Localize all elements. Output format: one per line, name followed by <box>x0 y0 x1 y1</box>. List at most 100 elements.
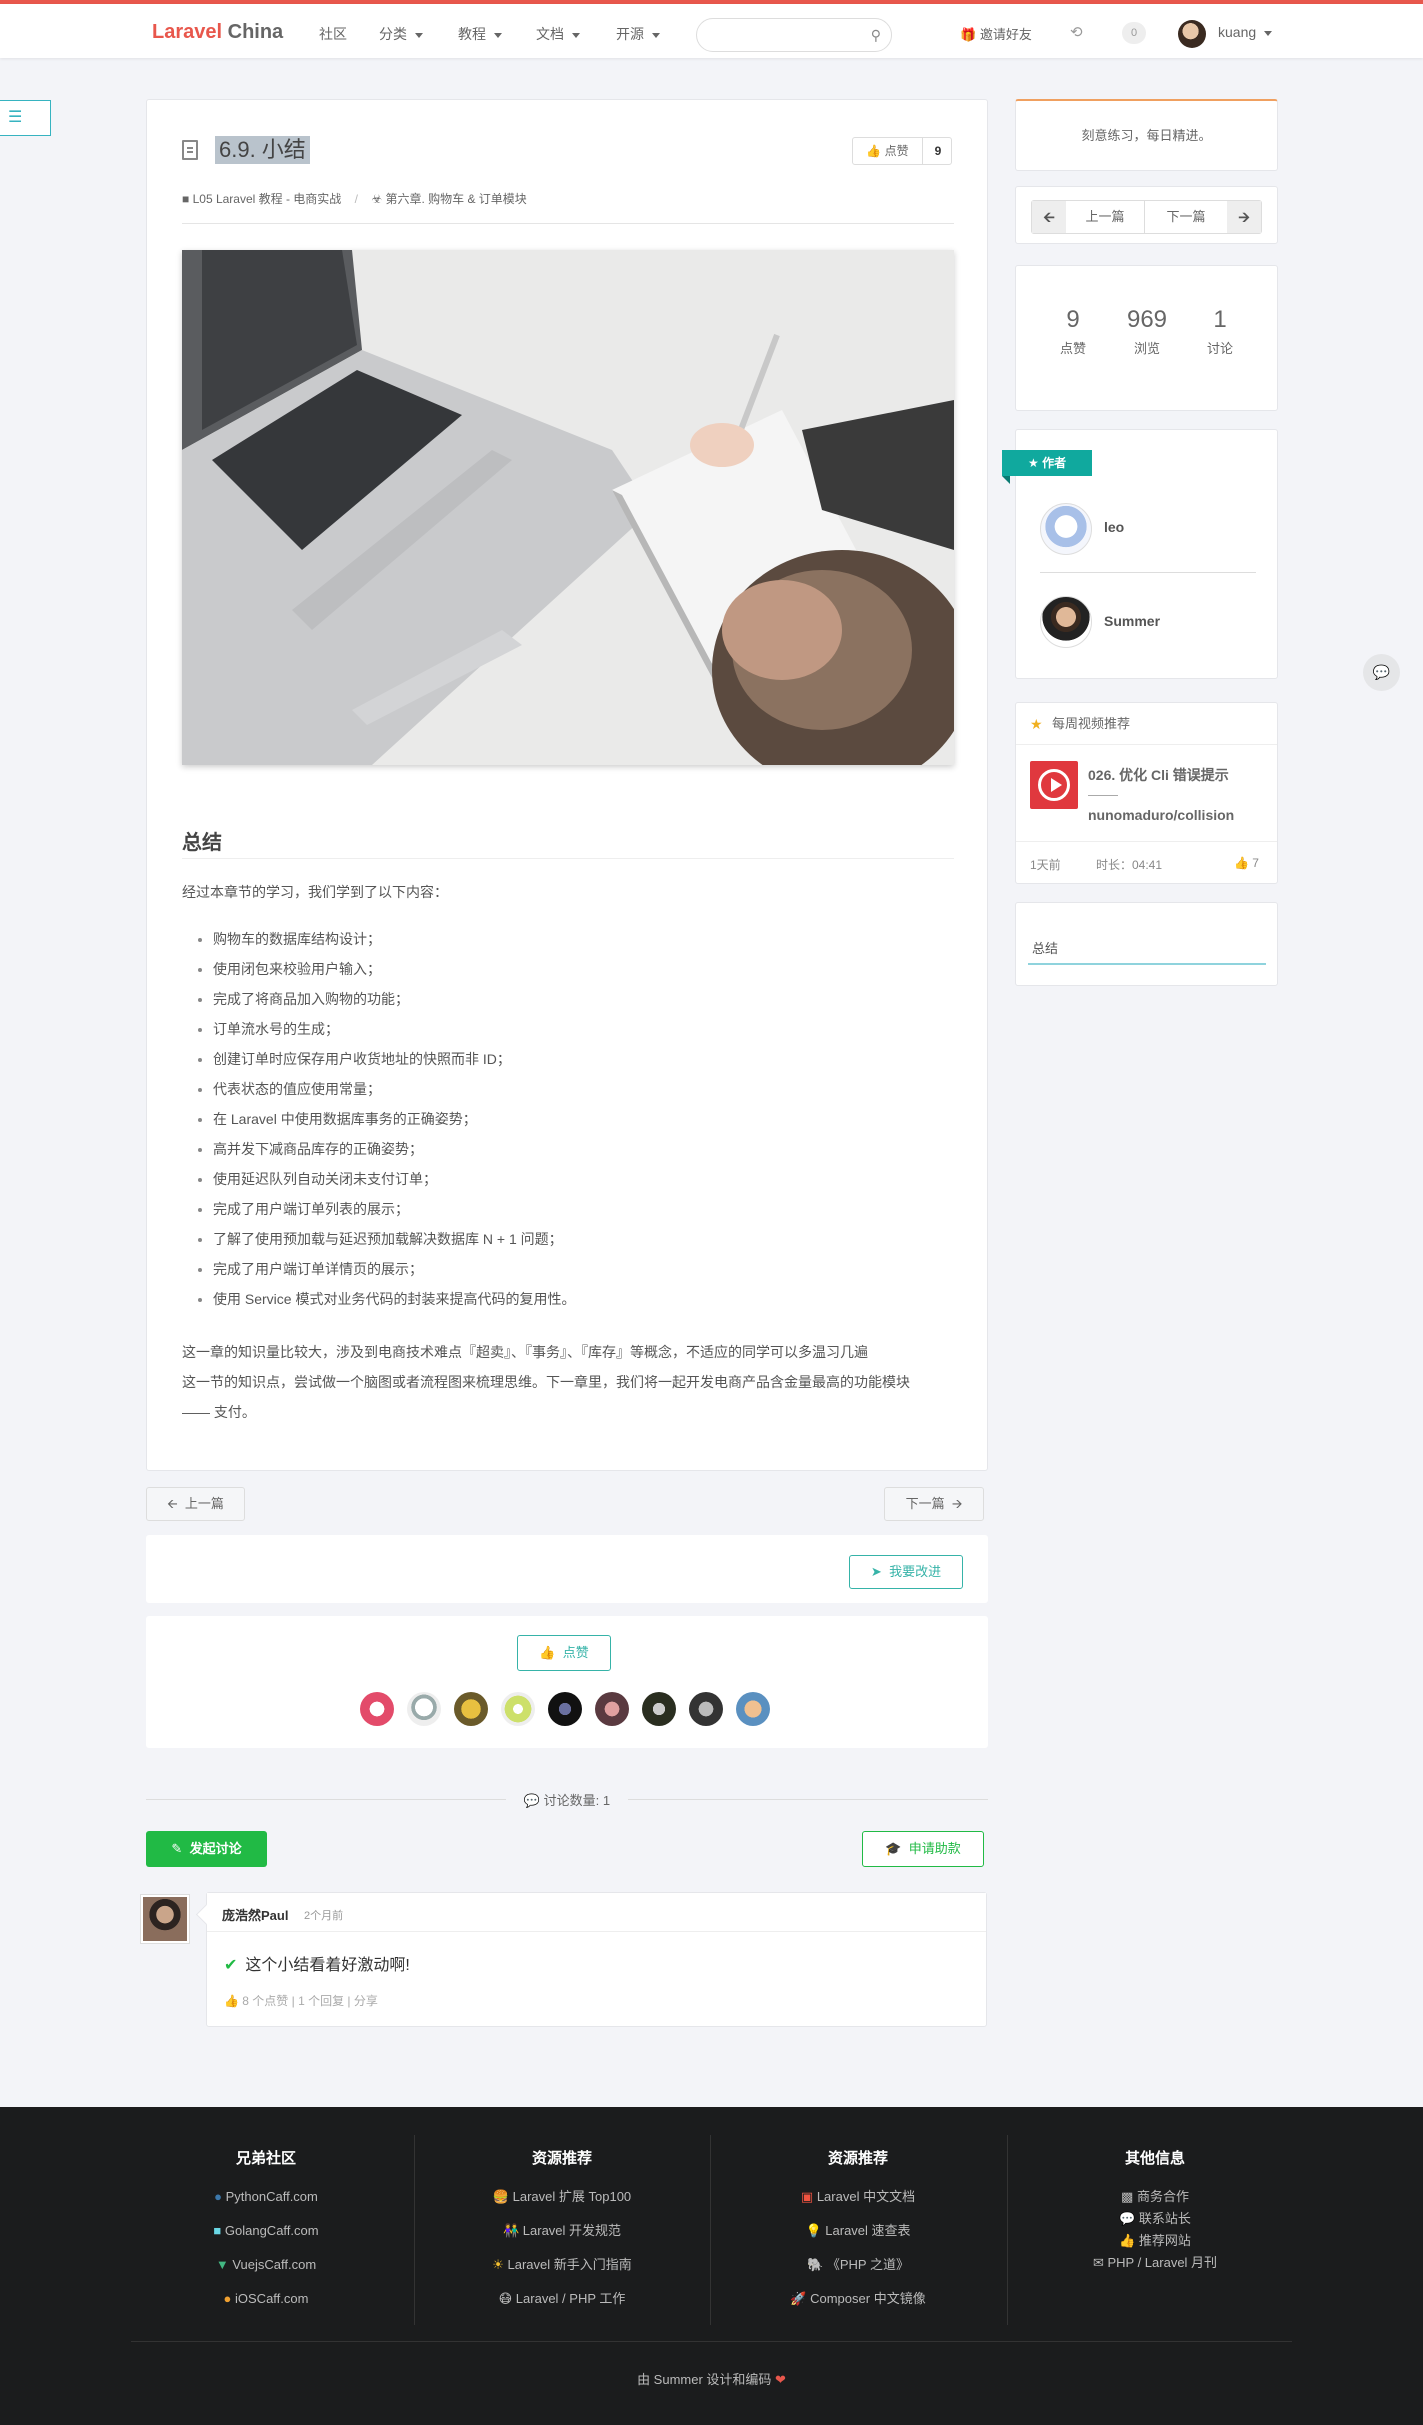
apply-funding-button[interactable]: 🎓 申请助款 <box>862 1831 984 1867</box>
divider <box>1088 795 1118 796</box>
arrow-right-icon[interactable]: 🡪 <box>1227 201 1261 233</box>
history-icon[interactable]: ⟲ <box>1070 23 1083 41</box>
video-age: 1天前 <box>1030 858 1061 872</box>
list-item: 使用延迟队列自动关闭未支付订单； <box>213 1164 575 1194</box>
liker-avatar[interactable] <box>548 1692 582 1726</box>
article-cover-image <box>182 250 954 765</box>
video-duration: 时长：04:41 <box>1096 858 1163 872</box>
comment-time: 2个月前 <box>304 1910 344 1922</box>
author-name[interactable]: Summer <box>1104 613 1160 629</box>
motto-card: 刻意练习，每日精进。 <box>1015 99 1278 171</box>
author-name[interactable]: leo <box>1104 519 1124 535</box>
footer-link[interactable]: ✉ PHP / Laravel 月刊 <box>1007 2252 1303 2274</box>
divider <box>1040 572 1256 573</box>
thumbs-up-icon: 👍 <box>866 144 882 158</box>
nav-opensource[interactable]: 开源 <box>616 24 660 44</box>
list-item: 购物车的数据库结构设计； <box>213 924 575 954</box>
liker-avatar[interactable] <box>454 1692 488 1726</box>
commenter-avatar[interactable] <box>140 1894 190 1944</box>
like-article-button[interactable]: 👍 点赞 <box>517 1635 611 1671</box>
author-avatar[interactable] <box>1040 503 1092 555</box>
user-menu[interactable]: kuang <box>1218 24 1273 40</box>
footer-link[interactable]: ● PythonCaff.com <box>118 2186 414 2220</box>
breadcrumb: ■ L05 Laravel 教程 - 电商实战 / ☣ 第六章. 购物车 & 订… <box>182 192 527 206</box>
footer-link[interactable]: 🐘 《PHP 之道》 <box>710 2254 1006 2288</box>
video-title[interactable]: 026. 优化 Cli 错误提示 <box>1088 765 1229 785</box>
footer-link[interactable]: 💬 联系站长 <box>1007 2208 1303 2230</box>
footer-link[interactable]: ▣ Laravel 中文文档 <box>710 2186 1006 2220</box>
liker-avatar[interactable] <box>501 1692 535 1726</box>
footer-link[interactable]: 💡 Laravel 速查表 <box>710 2220 1006 2254</box>
improve-button[interactable]: ➤ 我要改进 <box>849 1555 963 1589</box>
user-avatar[interactable] <box>1178 20 1206 48</box>
footer-link[interactable]: ▼ VuejsCaff.com <box>118 2254 414 2288</box>
elephant-icon: 🐘 <box>807 2257 824 2272</box>
summary-list: 购物车的数据库结构设计； 使用闭包来校验用户输入； 完成了将商品加入购物的功能；… <box>213 924 575 1314</box>
liker-avatar[interactable] <box>595 1692 629 1726</box>
start-discussion-button[interactable]: ✎ 发起讨论 <box>146 1831 267 1867</box>
next-article-button[interactable]: 下一篇 🡪 <box>884 1487 984 1521</box>
nav-docs[interactable]: 文档 <box>536 24 580 44</box>
likers-card: 👍 点赞 <box>146 1616 988 1748</box>
weekly-video-card: ★ 每周视频推荐 026. 优化 Cli 错误提示 nunomaduro/coll… <box>1015 702 1278 884</box>
sun-icon: ☀ <box>492 2257 504 2272</box>
footer-link[interactable]: ▩ 商务合作 <box>1007 2186 1303 2208</box>
sidebar-prev-button[interactable]: 上一篇 <box>1066 201 1145 233</box>
list-item: 高并发下减商品库存的正确姿势； <box>213 1134 575 1164</box>
divider <box>182 858 954 859</box>
comment-author[interactable]: 庞浩然Paul <box>222 1905 288 1924</box>
liker-avatar[interactable] <box>736 1692 770 1726</box>
sidebar-next-button[interactable]: 下一篇 <box>1145 201 1227 233</box>
footer-link[interactable]: ■ GolangCaff.com <box>118 2220 414 2254</box>
rocket-icon: 🚀 <box>790 2291 807 2306</box>
footer-link[interactable]: 😷 Laravel / PHP 工作 <box>414 2288 710 2322</box>
chat-icon[interactable]: 💬 <box>1363 654 1400 691</box>
toc-item[interactable]: 总结 <box>1032 938 1058 957</box>
list-item: 代表状态的值应使用常量； <box>213 1074 575 1104</box>
like-button[interactable]: 👍 点赞 9 <box>852 137 952 165</box>
star-icon: ★ <box>1030 716 1043 732</box>
site-logo[interactable]: Laravel China <box>152 21 283 44</box>
video-subtitle[interactable]: nunomaduro/collision <box>1088 807 1234 823</box>
search-input[interactable]: ⚲ <box>696 18 892 52</box>
liker-avatar[interactable] <box>360 1692 394 1726</box>
liker-avatar[interactable] <box>642 1692 676 1726</box>
nav-tutorials[interactable]: 教程 <box>458 24 502 44</box>
search-icon[interactable]: ⚲ <box>871 27 881 44</box>
burger-icon: 🍔 <box>492 2189 510 2204</box>
comments-icon: 💬 <box>523 1793 541 1808</box>
breadcrumb-book[interactable]: L05 Laravel 教程 - 电商实战 <box>193 192 342 206</box>
stat-discussions: 1 讨论 <box>1206 306 1233 356</box>
footer-link[interactable]: ☀ Laravel 新手入门指南 <box>414 2254 710 2288</box>
notification-badge[interactable]: 0 <box>1122 22 1146 44</box>
comment-meta[interactable]: 👍 8 个点赞 | 1 个回复 | 分享 <box>224 1992 378 2009</box>
footer-divider <box>131 2341 1292 2342</box>
footer-link[interactable]: 👍 推荐网站 <box>1007 2230 1303 2252</box>
list-item: 订单流水号的生成； <box>213 1014 575 1044</box>
liker-avatar[interactable] <box>689 1692 723 1726</box>
arrow-left-icon: 🡨 <box>167 1496 178 1511</box>
author-avatar[interactable] <box>1040 596 1092 648</box>
toggle-sidebar-button[interactable]: ☰ <box>0 100 51 136</box>
nav-categories[interactable]: 分类 <box>379 24 423 44</box>
nav-community[interactable]: 社区 <box>319 24 347 44</box>
people-icon: 👫 <box>502 2223 520 2238</box>
breadcrumb-chapter[interactable]: 第六章. 购物车 & 订单模块 <box>385 192 526 206</box>
footer-link[interactable]: 🍔 Laravel 扩展 Top100 <box>414 2186 710 2220</box>
video-likes: 👍 7 <box>1234 856 1259 870</box>
stats-card: 9 点赞 969 浏览 1 讨论 <box>1015 265 1278 411</box>
footer-col-resources: 资源推荐 🍔 Laravel 扩展 Top100 👫 Laravel 开发规范 … <box>414 2147 710 2322</box>
signpost-icon: ☣ <box>371 192 383 206</box>
book-icon: ■ <box>182 192 190 206</box>
thumbs-up-icon: 👍 <box>224 1994 239 2008</box>
arrow-left-icon[interactable]: 🡨 <box>1032 201 1066 233</box>
outro-paragraph: 这一章的知识量比较大，涉及到电商技术难点『超卖』、『事务』、『库存』等概念，不适… <box>182 1337 910 1427</box>
footer-link[interactable]: 👫 Laravel 开发规范 <box>414 2220 710 2254</box>
footer-link[interactable]: ● iOSCaff.com <box>118 2288 414 2322</box>
invite-friends-link[interactable]: 🎁 邀请好友 <box>960 24 1032 43</box>
wechat-icon: 💬 <box>1119 2211 1136 2226</box>
play-icon[interactable] <box>1030 761 1078 809</box>
prev-article-button[interactable]: 🡨 上一篇 <box>146 1487 245 1521</box>
liker-avatar[interactable] <box>407 1692 441 1726</box>
footer-link[interactable]: 🚀 Composer 中文镜像 <box>710 2288 1006 2322</box>
